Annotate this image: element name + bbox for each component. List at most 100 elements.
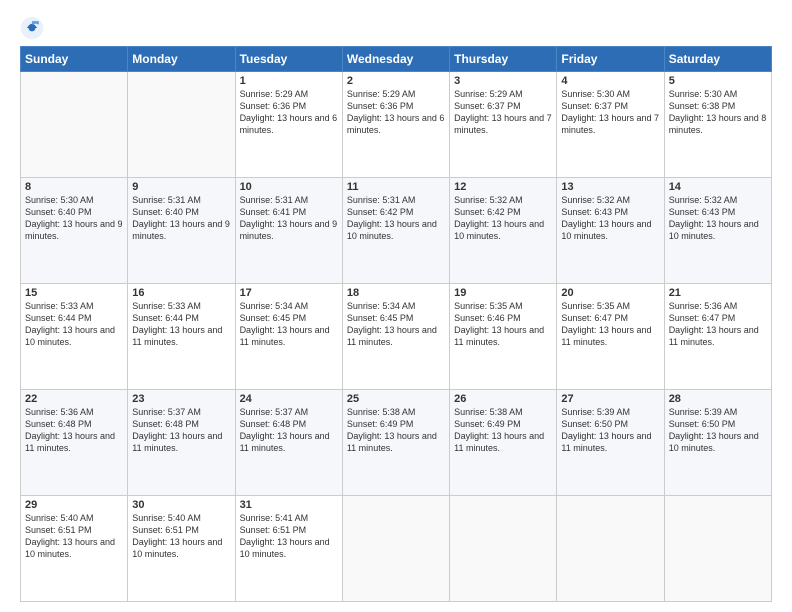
- day-number: 20: [561, 287, 659, 299]
- day-number: 4: [561, 75, 659, 87]
- day-number: 23: [132, 393, 230, 405]
- calendar-cell: 26Sunrise: 5:38 AMSunset: 6:49 PMDayligh…: [450, 390, 557, 496]
- day-number: 14: [669, 181, 767, 193]
- day-info: Sunrise: 5:30 AMSunset: 6:40 PMDaylight:…: [25, 194, 123, 243]
- day-info: Sunrise: 5:33 AMSunset: 6:44 PMDaylight:…: [132, 300, 230, 349]
- header: [20, 16, 772, 40]
- calendar-cell: 4Sunrise: 5:30 AMSunset: 6:37 PMDaylight…: [557, 72, 664, 178]
- calendar-cell: 22Sunrise: 5:36 AMSunset: 6:48 PMDayligh…: [21, 390, 128, 496]
- calendar-cell: 25Sunrise: 5:38 AMSunset: 6:49 PMDayligh…: [342, 390, 449, 496]
- calendar-day-header: Friday: [557, 47, 664, 72]
- calendar-cell: [21, 72, 128, 178]
- day-number: 21: [669, 287, 767, 299]
- day-info: Sunrise: 5:34 AMSunset: 6:45 PMDaylight:…: [347, 300, 445, 349]
- calendar-cell: 19Sunrise: 5:35 AMSunset: 6:46 PMDayligh…: [450, 284, 557, 390]
- day-number: 31: [240, 499, 338, 511]
- day-info: Sunrise: 5:38 AMSunset: 6:49 PMDaylight:…: [454, 406, 552, 455]
- day-number: 24: [240, 393, 338, 405]
- day-number: 27: [561, 393, 659, 405]
- calendar-cell: 27Sunrise: 5:39 AMSunset: 6:50 PMDayligh…: [557, 390, 664, 496]
- day-number: 29: [25, 499, 123, 511]
- calendar-cell: 12Sunrise: 5:32 AMSunset: 6:42 PMDayligh…: [450, 178, 557, 284]
- calendar-day-header: Sunday: [21, 47, 128, 72]
- calendar-week-row: 8Sunrise: 5:30 AMSunset: 6:40 PMDaylight…: [21, 178, 772, 284]
- calendar-day-header: Thursday: [450, 47, 557, 72]
- calendar-cell: 20Sunrise: 5:35 AMSunset: 6:47 PMDayligh…: [557, 284, 664, 390]
- calendar-cell: [664, 496, 771, 602]
- day-number: 28: [669, 393, 767, 405]
- day-number: 12: [454, 181, 552, 193]
- day-number: 3: [454, 75, 552, 87]
- calendar-week-row: 22Sunrise: 5:36 AMSunset: 6:48 PMDayligh…: [21, 390, 772, 496]
- day-info: Sunrise: 5:35 AMSunset: 6:46 PMDaylight:…: [454, 300, 552, 349]
- day-info: Sunrise: 5:30 AMSunset: 6:37 PMDaylight:…: [561, 88, 659, 137]
- calendar-cell: 10Sunrise: 5:31 AMSunset: 6:41 PMDayligh…: [235, 178, 342, 284]
- day-info: Sunrise: 5:32 AMSunset: 6:43 PMDaylight:…: [669, 194, 767, 243]
- day-number: 15: [25, 287, 123, 299]
- calendar-cell: 24Sunrise: 5:37 AMSunset: 6:48 PMDayligh…: [235, 390, 342, 496]
- calendar-cell: 18Sunrise: 5:34 AMSunset: 6:45 PMDayligh…: [342, 284, 449, 390]
- day-number: 26: [454, 393, 552, 405]
- calendar-week-row: 15Sunrise: 5:33 AMSunset: 6:44 PMDayligh…: [21, 284, 772, 390]
- day-number: 13: [561, 181, 659, 193]
- day-info: Sunrise: 5:40 AMSunset: 6:51 PMDaylight:…: [132, 512, 230, 561]
- calendar-table: SundayMondayTuesdayWednesdayThursdayFrid…: [20, 46, 772, 602]
- day-info: Sunrise: 5:39 AMSunset: 6:50 PMDaylight:…: [561, 406, 659, 455]
- day-number: 1: [240, 75, 338, 87]
- calendar-cell: [450, 496, 557, 602]
- calendar-cell: 11Sunrise: 5:31 AMSunset: 6:42 PMDayligh…: [342, 178, 449, 284]
- calendar-week-row: 1Sunrise: 5:29 AMSunset: 6:36 PMDaylight…: [21, 72, 772, 178]
- day-number: 2: [347, 75, 445, 87]
- day-info: Sunrise: 5:37 AMSunset: 6:48 PMDaylight:…: [240, 406, 338, 455]
- day-info: Sunrise: 5:32 AMSunset: 6:43 PMDaylight:…: [561, 194, 659, 243]
- day-number: 19: [454, 287, 552, 299]
- day-info: Sunrise: 5:33 AMSunset: 6:44 PMDaylight:…: [25, 300, 123, 349]
- calendar-day-header: Wednesday: [342, 47, 449, 72]
- calendar-cell: 5Sunrise: 5:30 AMSunset: 6:38 PMDaylight…: [664, 72, 771, 178]
- day-info: Sunrise: 5:29 AMSunset: 6:36 PMDaylight:…: [347, 88, 445, 137]
- calendar-day-header: Saturday: [664, 47, 771, 72]
- calendar-cell: 1Sunrise: 5:29 AMSunset: 6:36 PMDaylight…: [235, 72, 342, 178]
- calendar-cell: 23Sunrise: 5:37 AMSunset: 6:48 PMDayligh…: [128, 390, 235, 496]
- day-info: Sunrise: 5:34 AMSunset: 6:45 PMDaylight:…: [240, 300, 338, 349]
- day-number: 8: [25, 181, 123, 193]
- day-number: 22: [25, 393, 123, 405]
- logo-icon: [20, 16, 44, 40]
- calendar-cell: [342, 496, 449, 602]
- calendar-cell: 14Sunrise: 5:32 AMSunset: 6:43 PMDayligh…: [664, 178, 771, 284]
- calendar-header-row: SundayMondayTuesdayWednesdayThursdayFrid…: [21, 47, 772, 72]
- day-info: Sunrise: 5:31 AMSunset: 6:42 PMDaylight:…: [347, 194, 445, 243]
- day-info: Sunrise: 5:31 AMSunset: 6:41 PMDaylight:…: [240, 194, 338, 243]
- day-info: Sunrise: 5:36 AMSunset: 6:48 PMDaylight:…: [25, 406, 123, 455]
- calendar-cell: 3Sunrise: 5:29 AMSunset: 6:37 PMDaylight…: [450, 72, 557, 178]
- day-number: 30: [132, 499, 230, 511]
- day-info: Sunrise: 5:29 AMSunset: 6:36 PMDaylight:…: [240, 88, 338, 137]
- day-info: Sunrise: 5:36 AMSunset: 6:47 PMDaylight:…: [669, 300, 767, 349]
- day-info: Sunrise: 5:32 AMSunset: 6:42 PMDaylight:…: [454, 194, 552, 243]
- calendar-cell: 31Sunrise: 5:41 AMSunset: 6:51 PMDayligh…: [235, 496, 342, 602]
- calendar-cell: [557, 496, 664, 602]
- day-number: 9: [132, 181, 230, 193]
- day-number: 25: [347, 393, 445, 405]
- day-info: Sunrise: 5:29 AMSunset: 6:37 PMDaylight:…: [454, 88, 552, 137]
- calendar-cell: 21Sunrise: 5:36 AMSunset: 6:47 PMDayligh…: [664, 284, 771, 390]
- day-info: Sunrise: 5:37 AMSunset: 6:48 PMDaylight:…: [132, 406, 230, 455]
- calendar-cell: [128, 72, 235, 178]
- calendar-day-header: Monday: [128, 47, 235, 72]
- calendar-cell: 29Sunrise: 5:40 AMSunset: 6:51 PMDayligh…: [21, 496, 128, 602]
- day-info: Sunrise: 5:39 AMSunset: 6:50 PMDaylight:…: [669, 406, 767, 455]
- calendar-cell: 30Sunrise: 5:40 AMSunset: 6:51 PMDayligh…: [128, 496, 235, 602]
- day-info: Sunrise: 5:40 AMSunset: 6:51 PMDaylight:…: [25, 512, 123, 561]
- page: SundayMondayTuesdayWednesdayThursdayFrid…: [0, 0, 792, 612]
- day-number: 16: [132, 287, 230, 299]
- calendar-cell: 15Sunrise: 5:33 AMSunset: 6:44 PMDayligh…: [21, 284, 128, 390]
- calendar-cell: 28Sunrise: 5:39 AMSunset: 6:50 PMDayligh…: [664, 390, 771, 496]
- calendar-cell: 16Sunrise: 5:33 AMSunset: 6:44 PMDayligh…: [128, 284, 235, 390]
- day-info: Sunrise: 5:35 AMSunset: 6:47 PMDaylight:…: [561, 300, 659, 349]
- calendar-cell: 8Sunrise: 5:30 AMSunset: 6:40 PMDaylight…: [21, 178, 128, 284]
- calendar-cell: 2Sunrise: 5:29 AMSunset: 6:36 PMDaylight…: [342, 72, 449, 178]
- day-info: Sunrise: 5:30 AMSunset: 6:38 PMDaylight:…: [669, 88, 767, 137]
- calendar-week-row: 29Sunrise: 5:40 AMSunset: 6:51 PMDayligh…: [21, 496, 772, 602]
- day-number: 18: [347, 287, 445, 299]
- day-number: 11: [347, 181, 445, 193]
